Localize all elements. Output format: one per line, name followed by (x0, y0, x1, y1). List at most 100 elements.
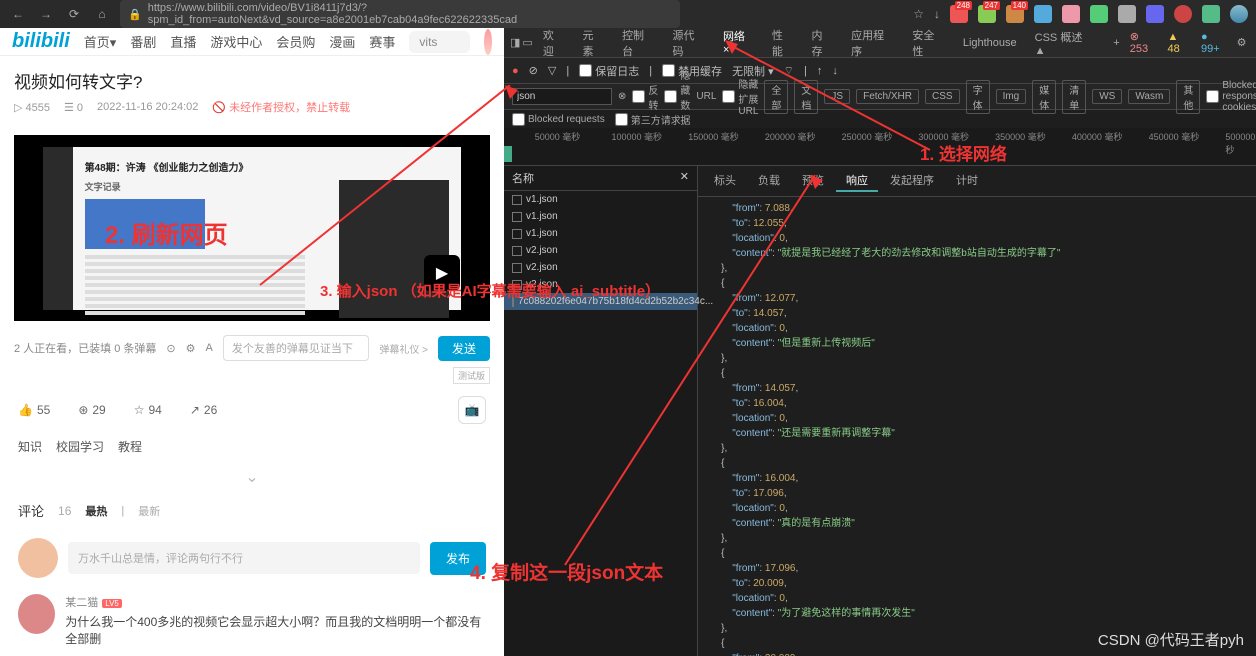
chip-other[interactable]: 其他 (1176, 80, 1200, 114)
video-player[interactable]: 第48期：许涛 《创业能力之创造力》 文字记录 ▶ (14, 135, 490, 321)
chip-img[interactable]: Img (996, 89, 1027, 104)
ext-icon-1[interactable]: 248 (950, 5, 968, 23)
nav-anime[interactable]: 番剧 (130, 32, 156, 51)
name-column[interactable]: 名称 (512, 170, 534, 186)
ext-icon-10[interactable] (1202, 5, 1220, 23)
network-filter-input[interactable] (512, 88, 612, 105)
blocked-cookies-checkbox[interactable]: Blocked response cookies (1206, 80, 1256, 113)
tab-welcome[interactable]: 欢迎 (535, 23, 573, 63)
file-row[interactable]: v1.json (504, 225, 697, 242)
filter-toggle-icon[interactable]: ▽ (548, 64, 556, 77)
tag-tutorial[interactable]: 教程 (118, 438, 142, 455)
file-row[interactable]: v2.json (504, 259, 697, 276)
upload-icon[interactable]: ↑ (817, 65, 823, 77)
download-icon[interactable]: ↓ (934, 7, 940, 21)
tab-security[interactable]: 安全性 (904, 23, 952, 63)
keep-log-checkbox[interactable]: 保留日志 (579, 63, 639, 79)
home-icon[interactable]: ⌂ (92, 4, 112, 24)
like-button[interactable]: 👍55 (18, 403, 50, 417)
danmu-rules[interactable]: 弹幕礼仪 > (379, 341, 428, 356)
tab-console[interactable]: 控制台 (614, 23, 662, 63)
danmu-input[interactable]: 发个友善的弹幕见证当下 (223, 335, 370, 361)
resp-tab-payload[interactable]: 负载 (748, 170, 790, 192)
settings-icon[interactable]: ⚙ (1237, 36, 1247, 49)
tab-elements[interactable]: 元素 (574, 23, 612, 63)
chip-js[interactable]: JS (824, 89, 850, 104)
tab-add[interactable]: + (1105, 33, 1127, 53)
search-input[interactable]: vits (409, 31, 469, 53)
chip-xhr[interactable]: Fetch/XHR (856, 89, 919, 104)
chip-font[interactable]: 字体 (966, 80, 990, 114)
resp-tab-headers[interactable]: 标头 (704, 170, 746, 192)
close-list-icon[interactable]: ✕ (680, 170, 689, 186)
error-count[interactable]: ⊗ 253 (1130, 30, 1160, 55)
profile-avatar[interactable] (1230, 5, 1248, 23)
nav-game[interactable]: 游戏中心 (210, 32, 262, 51)
file-row[interactable]: v1.json (504, 208, 697, 225)
fav-button[interactable]: ☆94 (134, 403, 162, 417)
chip-css[interactable]: CSS (925, 89, 960, 104)
resp-tab-preview[interactable]: 预览 (792, 170, 834, 192)
ext-icon-7[interactable] (1118, 5, 1136, 23)
file-row[interactable]: 7c088202f6e047b75b18fd4cd2b52b2c34c... (504, 293, 697, 310)
download-har-icon[interactable]: ↓ (832, 65, 838, 77)
tag-knowledge[interactable]: 知识 (18, 438, 42, 455)
user-avatar[interactable] (484, 29, 492, 55)
forward-icon[interactable]: → (36, 4, 56, 24)
ext-icon-4[interactable] (1034, 5, 1052, 23)
chip-manifest[interactable]: 清单 (1062, 80, 1086, 114)
ext-icon-2[interactable]: 247 (978, 5, 996, 23)
commenter-name[interactable]: 某二猫LV5 (65, 594, 486, 610)
star-icon[interactable]: ☆ (913, 7, 924, 21)
nav-manga[interactable]: 漫画 (329, 32, 355, 51)
device-icon[interactable]: ▭ (522, 36, 532, 49)
response-body[interactable]: "from": 7.088, "to": 12.055, "location":… (698, 197, 1256, 656)
tab-network[interactable]: 网络 × (715, 24, 762, 62)
tab-memory[interactable]: 内存 (804, 23, 842, 63)
ext-icon-6[interactable] (1090, 5, 1108, 23)
tab-performance[interactable]: 性能 (764, 23, 802, 63)
resp-tab-response[interactable]: 响应 (836, 170, 878, 192)
tab-sources[interactable]: 源代码 (665, 23, 713, 63)
chip-wasm[interactable]: Wasm (1128, 89, 1170, 104)
back-icon[interactable]: ← (8, 4, 28, 24)
font-icon[interactable]: A (206, 342, 213, 354)
network-timeline[interactable]: 50000 毫秒 100000 毫秒 150000 毫秒 200000 毫秒 2… (504, 128, 1256, 166)
reload-icon[interactable]: ⟳ (64, 4, 84, 24)
inspect-icon[interactable]: ◨ (510, 36, 520, 49)
danmu-toggle-icon[interactable]: ⊙ (166, 342, 175, 355)
tag-campus[interactable]: 校园学习 (56, 438, 104, 455)
chip-doc[interactable]: 文档 (794, 80, 818, 114)
chip-media[interactable]: 媒体 (1032, 80, 1056, 114)
file-row[interactable]: v2.json (504, 242, 697, 259)
tab-lighthouse[interactable]: Lighthouse (955, 33, 1025, 53)
share-button[interactable]: ↗26 (190, 403, 217, 417)
sort-hot[interactable]: 最热 (85, 503, 107, 519)
wifi-icon[interactable]: ⌔ (784, 64, 794, 78)
clear-filter-icon[interactable]: ⊗ (618, 91, 626, 102)
nav-match[interactable]: 赛事 (369, 32, 395, 51)
tab-application[interactable]: 应用程序 (843, 23, 902, 63)
ext-icon-3[interactable]: 140 (1006, 5, 1024, 23)
coin-button[interactable]: ⊛29 (78, 403, 105, 417)
comment-send-button[interactable]: 发布 (430, 542, 486, 575)
play-button-icon[interactable]: ▶ (424, 255, 460, 291)
invert-checkbox[interactable]: 反转 (632, 82, 658, 112)
danmu-settings-icon[interactable]: ⚙ (186, 342, 196, 355)
my-avatar[interactable] (18, 538, 58, 578)
blocked-req-checkbox[interactable]: Blocked requests (512, 113, 605, 126)
file-row[interactable]: v2.json (504, 276, 697, 293)
tab-css-overview[interactable]: CSS 概述 ▲ (1027, 25, 1104, 61)
third-party-checkbox[interactable]: 第三方请求 (615, 112, 681, 127)
mascot-icon[interactable]: 📺 (458, 396, 486, 424)
send-danmu-button[interactable]: 发送 (438, 336, 490, 361)
chip-ws[interactable]: WS (1092, 89, 1122, 104)
commenter-avatar[interactable] (18, 594, 55, 634)
ext-icon-8[interactable] (1146, 5, 1164, 23)
comment-input[interactable]: 万水千山总是情，评论两句行不行 (68, 542, 420, 574)
sort-new[interactable]: 最新 (138, 503, 160, 519)
expand-icon[interactable]: ⌄ (0, 463, 504, 491)
bilibili-logo[interactable]: bilibili (12, 30, 70, 53)
record-icon[interactable]: ● (512, 65, 519, 77)
nav-home[interactable]: 首页▾ (84, 32, 117, 51)
